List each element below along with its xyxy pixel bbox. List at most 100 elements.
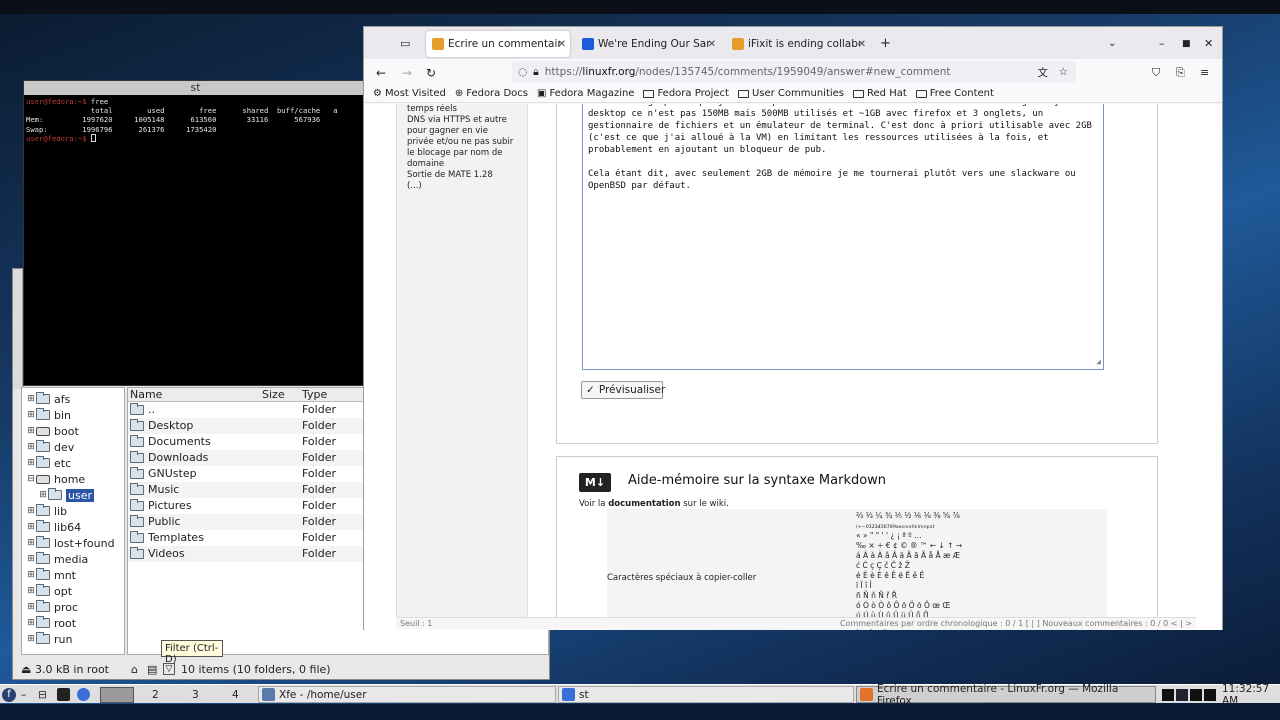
minimize-all-icon[interactable]: – xyxy=(21,686,26,703)
comment-textarea[interactable]: Je me corrige parce que je n'aime pas di… xyxy=(582,104,1104,370)
column-type[interactable]: Type xyxy=(302,388,327,401)
bookmark-item[interactable]: ⚙ Most Visited xyxy=(373,88,446,99)
expand-icon[interactable]: ⊞ xyxy=(26,458,36,468)
sidebar-link[interactable]: (...) xyxy=(407,181,517,192)
tab-1[interactable]: Écrire un commentaire - Li✕ xyxy=(426,31,570,57)
expand-icon[interactable]: ⊞ xyxy=(26,394,36,404)
favicon-icon xyxy=(732,38,744,50)
bookmark-item[interactable]: Free Content xyxy=(915,88,994,99)
bookmark-item[interactable]: Fedora Project xyxy=(643,88,729,99)
new-tab-icon[interactable]: + xyxy=(880,35,891,52)
expand-icon[interactable]: ⊞ xyxy=(26,426,36,436)
directory-tree[interactable]: ⊞ afs ⊞ bin ⊞ boot ⊞ dev ⊞ etc ⊟ home ⊞ user ⊞ lib ⊞ lib6… xyxy=(21,387,125,655)
column-name[interactable]: Name xyxy=(130,388,162,401)
browser-launcher-icon[interactable] xyxy=(77,686,94,703)
task-button[interactable]: st xyxy=(558,686,854,703)
tree-item-run[interactable]: ⊞ run xyxy=(26,631,72,647)
tab-list-icon[interactable]: ▭ xyxy=(400,35,410,52)
st-terminal-window[interactable]: st user@fedora:~$ free total used free s… xyxy=(23,80,368,386)
bookmark-item[interactable]: Red Hat xyxy=(853,88,907,99)
close-tab-icon[interactable]: ✕ xyxy=(708,39,716,50)
comments-nav[interactable]: Commentaires par ordre chronologique : 0… xyxy=(840,619,1192,628)
workspace-button[interactable]: 2 xyxy=(152,686,159,703)
expand-icon[interactable]: ⊞ xyxy=(38,490,48,500)
close-tab-icon[interactable]: ✕ xyxy=(558,39,566,50)
workspace-button[interactable]: 3 xyxy=(192,686,199,703)
expand-icon[interactable]: ⊞ xyxy=(26,410,36,420)
view-icon[interactable]: ▤ xyxy=(147,663,157,676)
preview-button[interactable]: ✓ Prévisualiser xyxy=(581,381,665,399)
tree-item-home[interactable]: ⊟ home xyxy=(26,471,85,487)
workspace-button[interactable]: 4 xyxy=(232,686,239,703)
folder-icon xyxy=(36,456,50,468)
tray-icons[interactable] xyxy=(1162,686,1216,703)
tree-item-user[interactable]: ⊞ user xyxy=(38,487,94,503)
clock[interactable]: 11:32:57 AM xyxy=(1222,683,1280,707)
expand-icon[interactable]: ⊞ xyxy=(26,506,36,516)
extensions-icon[interactable]: ⎘ xyxy=(1176,64,1185,81)
tree-item-lib[interactable]: ⊞ lib xyxy=(26,503,67,519)
sidebar-link[interactable]: Sortie de MATE 1.28 xyxy=(407,170,517,181)
menu-icon[interactable]: ≡ xyxy=(1200,64,1209,81)
close-window-icon[interactable]: ✕ xyxy=(1204,35,1213,52)
tree-item-root[interactable]: ⊞ root xyxy=(26,615,76,631)
reload-icon[interactable]: ↻ xyxy=(426,64,436,81)
tree-item-bin[interactable]: ⊞ bin xyxy=(26,407,71,423)
tree-item-dev[interactable]: ⊞ dev xyxy=(26,439,74,455)
window-list-icon[interactable]: ⊟ xyxy=(38,686,47,703)
task-button[interactable]: Xfe - /home/user xyxy=(258,686,556,703)
tree-item-etc[interactable]: ⊞ etc xyxy=(26,455,71,471)
terminal-text: free xyxy=(90,97,109,106)
forward-icon[interactable]: → xyxy=(402,64,412,81)
tree-item-mnt[interactable]: ⊞ mnt xyxy=(26,567,76,583)
pocket-icon[interactable]: ⛉ xyxy=(1152,64,1160,81)
tree-item-afs[interactable]: ⊞ afs xyxy=(26,391,70,407)
tree-item-label: boot xyxy=(54,424,79,438)
expand-icon[interactable]: ⊞ xyxy=(26,522,36,532)
tab-3[interactable]: iFixit is ending collaboratic✕ xyxy=(726,31,870,57)
list-all-tabs-icon[interactable]: ⌄ xyxy=(1108,35,1116,52)
tab-2[interactable]: We're Ending Our Samsun✕ xyxy=(576,31,720,57)
column-size[interactable]: Size xyxy=(262,388,285,401)
translate-icon[interactable]: 文 xyxy=(1038,65,1049,80)
sidebar-link[interactable]: temps réels xyxy=(407,104,517,115)
tree-item-opt[interactable]: ⊞ opt xyxy=(26,583,72,599)
trash-icon[interactable]: ⌂ xyxy=(131,663,138,676)
tree-item-proc[interactable]: ⊞ proc xyxy=(26,599,78,615)
tree-item-lib64[interactable]: ⊞ lib64 xyxy=(26,519,81,535)
url-bar[interactable]: ◌ 🔒︎ https://linuxfr.org/nodes/135745/co… xyxy=(512,61,1076,83)
terminal-launcher-icon[interactable] xyxy=(57,686,74,703)
back-icon[interactable]: ← xyxy=(376,64,386,81)
expand-icon[interactable]: ⊟ xyxy=(26,474,36,484)
expand-icon[interactable]: ⊞ xyxy=(26,586,36,596)
expand-icon[interactable]: ⊞ xyxy=(26,538,36,548)
tree-item-label: lost+found xyxy=(54,536,115,550)
documentation-link[interactable]: documentation xyxy=(608,499,680,509)
fedora-menu-icon[interactable]: f xyxy=(2,686,16,703)
expand-icon[interactable]: ⊞ xyxy=(26,442,36,452)
shield-icon[interactable]: ◌ xyxy=(518,66,527,78)
bookmark-item[interactable]: ⊕ Fedora Docs xyxy=(455,88,528,99)
expand-icon[interactable]: ⊞ xyxy=(26,634,36,644)
file-name-cell: Videos xyxy=(130,546,185,560)
workspace-1[interactable] xyxy=(100,686,134,703)
tree-item-boot[interactable]: ⊞ boot xyxy=(26,423,79,439)
bookmark-item[interactable]: ▣ Fedora Magazine xyxy=(537,88,634,99)
expand-icon[interactable]: ⊞ xyxy=(26,602,36,612)
maximize-icon[interactable]: ■ xyxy=(1182,35,1191,52)
sidebar-link[interactable]: DNS via HTTPS et autre pour gagner en vi… xyxy=(407,115,517,170)
tree-item-media[interactable]: ⊞ media xyxy=(26,551,88,567)
expand-icon[interactable]: ⊞ xyxy=(26,618,36,628)
expand-icon[interactable]: ⊞ xyxy=(26,554,36,564)
close-tab-icon[interactable]: ✕ xyxy=(858,39,866,50)
task-button[interactable]: Écrire un commentaire - LinuxFr.org — Mo… xyxy=(856,683,1156,707)
terminal-output[interactable]: user@fedora:~$ free total used free shar… xyxy=(24,95,367,143)
resize-handle-icon[interactable]: ◢ xyxy=(1096,356,1101,368)
minimize-icon[interactable]: – xyxy=(1159,35,1165,52)
bookmark-star-icon[interactable]: ☆ xyxy=(1059,66,1068,78)
tree-item-label: root xyxy=(54,616,77,630)
lock-icon[interactable]: 🔒︎ xyxy=(533,66,539,79)
expand-icon[interactable]: ⊞ xyxy=(26,570,36,580)
bookmark-item[interactable]: User Communities xyxy=(737,88,844,99)
tree-item-lostfound[interactable]: ⊞ lost+found xyxy=(26,535,115,551)
